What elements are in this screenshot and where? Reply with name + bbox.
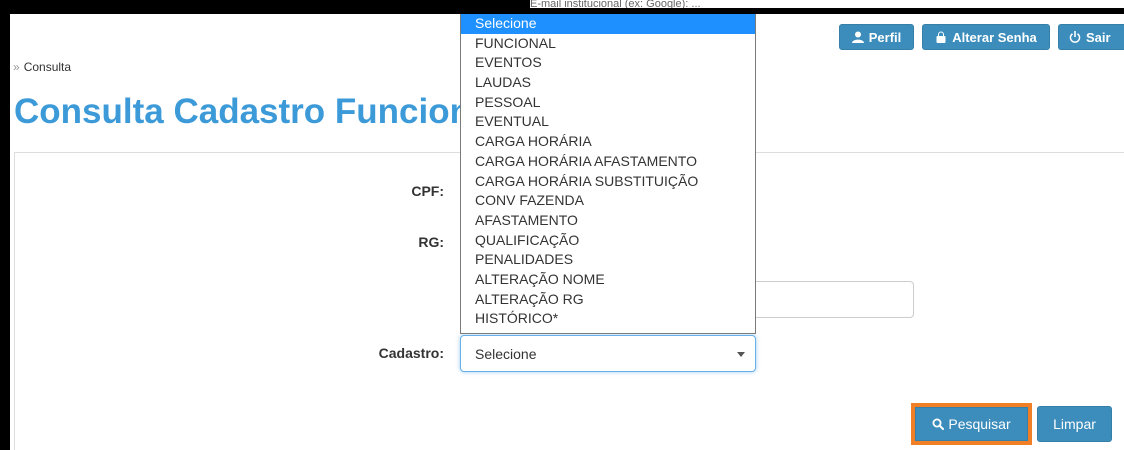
breadcrumb-item[interactable]: Consulta	[24, 60, 71, 74]
dropdown-option[interactable]: LAUDAS	[461, 73, 755, 93]
caret-down-icon	[737, 352, 745, 357]
pesquisar-highlight: Pesquisar	[911, 403, 1032, 445]
perfil-button-label: Perfil	[868, 29, 902, 45]
perfil-button[interactable]: Perfil	[839, 24, 914, 50]
alterar-senha-label: Alterar Senha	[952, 29, 1037, 45]
dropdown-option[interactable]: EVENTUAL	[461, 112, 755, 132]
search-icon	[932, 418, 945, 430]
breadcrumb-separator-icon: »	[13, 60, 20, 74]
dropdown-option[interactable]: ALTERAÇÃO RG	[461, 290, 755, 310]
dropdown-option[interactable]: AFASTAMENTO	[461, 211, 755, 231]
alterar-senha-button[interactable]: Alterar Senha	[922, 24, 1050, 50]
pesquisar-label: Pesquisar	[948, 416, 1011, 432]
top-strip: E-mail institucional (ex: Google): ...	[530, 0, 1124, 8]
dropdown-option[interactable]: CARGA HORÁRIA AFASTAMENTO	[461, 152, 755, 172]
dropdown-option[interactable]: CONV FAZENDA	[461, 191, 755, 211]
cadastro-select[interactable]: Selecione	[460, 335, 756, 372]
rg-label: RG:	[418, 234, 444, 250]
header-actions: Perfil Alterar Senha Sair	[839, 24, 1124, 50]
dropdown-option[interactable]: PENALIDADES	[461, 250, 755, 270]
user-icon	[851, 31, 864, 43]
dropdown-option[interactable]: CARGA HORÁRIA SUBSTITUIÇÃO	[461, 172, 755, 192]
dropdown-option[interactable]: PESSOAL	[461, 93, 755, 113]
power-icon	[1069, 31, 1081, 43]
dropdown-option[interactable]: ALTERAÇÃO NOME	[461, 270, 755, 290]
sair-button[interactable]: Sair	[1058, 24, 1124, 50]
top-strip-text: E-mail institucional (ex: Google): ...	[530, 0, 701, 8]
dropdown-option[interactable]: Selecione	[461, 14, 755, 34]
dropdown-option[interactable]: CARGA HORÁRIA	[461, 132, 755, 152]
window-frame-left	[0, 0, 10, 450]
dropdown-option[interactable]: HISTÓRICO*	[461, 309, 755, 329]
limpar-button[interactable]: Limpar	[1037, 406, 1112, 442]
dropdown-option[interactable]: QUALIFICAÇÃO	[461, 231, 755, 251]
cpf-label: CPF:	[411, 183, 444, 199]
lock-icon	[936, 31, 946, 43]
dropdown-option[interactable]: EVENTOS	[461, 53, 755, 73]
breadcrumb: » Consulta	[13, 60, 71, 74]
cadastro-label: Cadastro:	[378, 345, 444, 361]
cadastro-select-value: Selecione	[475, 345, 537, 362]
dropdown-option[interactable]: FUNCIONAL	[461, 34, 755, 54]
pesquisar-button[interactable]: Pesquisar	[915, 407, 1028, 441]
page-title: Consulta Cadastro Funcional	[14, 92, 501, 131]
sair-label: Sair	[1086, 29, 1111, 45]
cadastro-dropdown-list: Selecione FUNCIONAL EVENTOS LAUDAS PESSOAL EV…	[460, 14, 756, 334]
